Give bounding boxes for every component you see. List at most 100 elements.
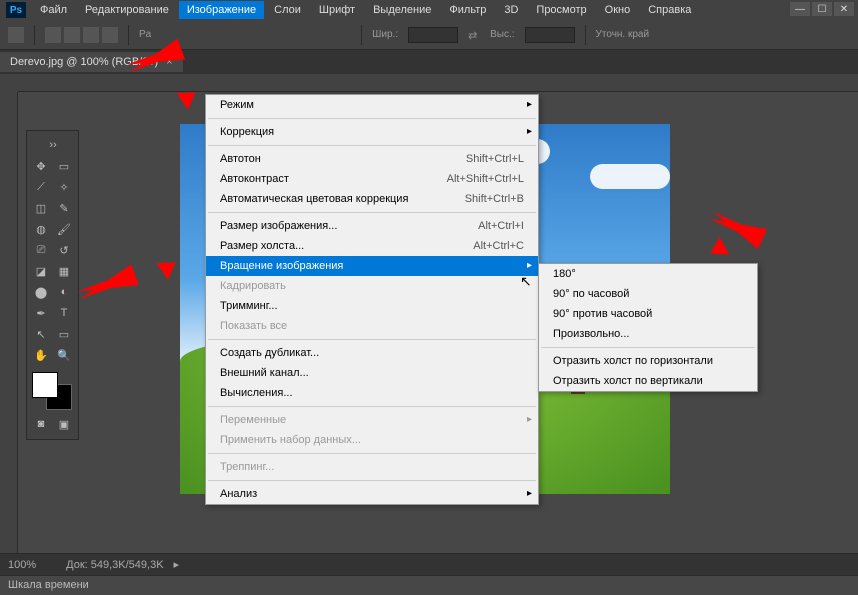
tools-panel: ›› ✥▭ ⟋✧ ◫✎ ◍🖌 ⎚↺ ◪▦ ⬤◐ ✒T ↖▭ ✋🔍 ◙▣: [26, 130, 79, 440]
menu-shortcut: Shift+Ctrl+B: [465, 193, 524, 205]
close-button[interactable]: ✕: [834, 2, 854, 16]
menu-shortcut: Alt+Ctrl+C: [473, 240, 524, 252]
brush-tool[interactable]: 🖌: [53, 219, 75, 239]
menu-item[interactable]: Справка: [640, 1, 699, 19]
dodge-tool[interactable]: ◐: [53, 282, 75, 302]
submenu-item[interactable]: 90° по часовой: [539, 284, 757, 304]
separator: [208, 480, 536, 481]
gradient-tool[interactable]: ▦: [53, 261, 75, 281]
marquee-mode-icon[interactable]: [45, 27, 61, 43]
menu-item[interactable]: Файл: [32, 1, 75, 19]
annotation-arrow-icon: [75, 264, 137, 299]
eyedropper-tool[interactable]: ✎: [53, 198, 75, 218]
menu-item[interactable]: Редактирование: [77, 1, 177, 19]
marquee-tool[interactable]: ▭: [53, 156, 75, 176]
height-input[interactable]: [525, 27, 575, 43]
menu-item-label: Автотон: [220, 153, 261, 165]
marquee-mode-icon[interactable]: [102, 27, 118, 43]
lasso-tool[interactable]: ⟋: [30, 177, 52, 197]
menu-item[interactable]: Автоматическая цветовая коррекцияShift+C…: [206, 189, 538, 209]
menu-item: Показать все: [206, 316, 538, 336]
color-swatches[interactable]: [30, 372, 72, 410]
type-tool[interactable]: T: [53, 303, 75, 323]
refine-edge-label[interactable]: Уточн. край: [596, 29, 650, 40]
timeline-panel[interactable]: Шкала времени: [0, 575, 858, 595]
menu-item[interactable]: Размер холста...Alt+Ctrl+C: [206, 236, 538, 256]
heal-tool[interactable]: ◍: [30, 219, 52, 239]
move-tool[interactable]: ✥: [30, 156, 52, 176]
shape-tool[interactable]: ▭: [53, 324, 75, 344]
menu-item[interactable]: Просмотр: [528, 1, 594, 19]
menu-item-label: Анализ: [220, 488, 257, 500]
submenu-item[interactable]: Отразить холст по горизонтали: [539, 351, 757, 371]
height-label: Выс.:: [490, 29, 514, 40]
separator: [208, 453, 536, 454]
submenu-item[interactable]: Произвольно...: [539, 324, 757, 344]
submenu-item[interactable]: 90° против часовой: [539, 304, 757, 324]
menu-item[interactable]: Создать дубликат...: [206, 343, 538, 363]
menu-item[interactable]: Режим: [206, 95, 538, 115]
menu-item: Применить набор данных...: [206, 430, 538, 450]
crop-tool[interactable]: ◫: [30, 198, 52, 218]
menu-item[interactable]: Фильтр: [441, 1, 494, 19]
menu-item[interactable]: Внешний канал...: [206, 363, 538, 383]
maximize-button[interactable]: ☐: [812, 2, 832, 16]
menu-item[interactable]: Шрифт: [311, 1, 363, 19]
zoom-level[interactable]: 100%: [8, 559, 36, 571]
quickmask-tool[interactable]: ◙: [30, 414, 52, 434]
blur-tool[interactable]: ⬤: [30, 282, 52, 302]
menu-item[interactable]: АвтотонShift+Ctrl+L: [206, 149, 538, 169]
history-brush-tool[interactable]: ↺: [53, 240, 75, 260]
menu-item[interactable]: Выделение: [365, 1, 439, 19]
submenu-item[interactable]: Отразить холст по вертикали: [539, 371, 757, 391]
stamp-tool[interactable]: ⎚: [30, 240, 52, 260]
ruler-horizontal[interactable]: [18, 74, 858, 92]
collapse-icon[interactable]: ››: [30, 135, 76, 155]
separator: [541, 347, 755, 348]
marquee-mode-icon[interactable]: [64, 27, 80, 43]
menu-item-label: Кадрировать: [220, 280, 286, 292]
menu-item-label: Автоконтраст: [220, 173, 289, 185]
menu-item[interactable]: Вычисления...: [206, 383, 538, 403]
doc-size: Док: 549,3K/549,3K: [66, 559, 163, 571]
menu-item[interactable]: Тримминг...: [206, 296, 538, 316]
status-bar: 100% Док: 549,3K/549,3K ▸: [0, 553, 858, 575]
menu-item: Переменные: [206, 410, 538, 430]
zoom-tool[interactable]: 🔍: [53, 345, 75, 365]
menu-item[interactable]: Анализ: [206, 484, 538, 504]
menu-item-label: Применить набор данных...: [220, 434, 361, 446]
timeline-label: Шкала времени: [8, 579, 89, 591]
marquee-mode-icon[interactable]: [83, 27, 99, 43]
menu-item[interactable]: Размер изображения...Alt+Ctrl+I: [206, 216, 538, 236]
menu-item-label: Внешний канал...: [220, 367, 309, 379]
cursor-icon: ↖: [520, 273, 532, 290]
separator: [208, 212, 536, 213]
ruler-vertical[interactable]: [0, 92, 18, 587]
menu-item-label: Треппинг...: [220, 461, 274, 473]
menu-item-label: Вычисления...: [220, 387, 293, 399]
status-arrow-icon[interactable]: ▸: [174, 558, 180, 571]
app-logo: Ps: [6, 2, 26, 18]
menu-item[interactable]: Автоконтраст Alt+Shift+Ctrl+L: [206, 169, 538, 189]
submenu-item[interactable]: 180°: [539, 264, 757, 284]
screenmode-tool[interactable]: ▣: [53, 414, 75, 434]
minimize-button[interactable]: —: [790, 2, 810, 16]
foreground-swatch[interactable]: [32, 372, 58, 398]
tool-preset-icon[interactable]: [8, 27, 24, 43]
wand-tool[interactable]: ✧: [53, 177, 75, 197]
pen-tool[interactable]: ✒: [30, 303, 52, 323]
width-input[interactable]: [408, 27, 458, 43]
menu-item[interactable]: Окно: [597, 1, 639, 19]
path-select-tool[interactable]: ↖: [30, 324, 52, 344]
menu-item: Треппинг...: [206, 457, 538, 477]
menu-item[interactable]: Слои: [266, 1, 309, 19]
menu-item[interactable]: Коррекция: [206, 122, 538, 142]
swap-icon[interactable]: ⇄: [468, 29, 480, 41]
title-bar: Ps ФайлРедактированиеИзображениеСлоиШриф…: [0, 0, 858, 20]
eraser-tool[interactable]: ◪: [30, 261, 52, 281]
menu-item[interactable]: Изображение: [179, 1, 264, 19]
menu-item[interactable]: Вращение изображения: [206, 256, 538, 276]
menu-item[interactable]: 3D: [496, 1, 526, 19]
hand-tool[interactable]: ✋: [30, 345, 52, 365]
menu-shortcut: Alt+Shift+Ctrl+L: [447, 173, 524, 185]
